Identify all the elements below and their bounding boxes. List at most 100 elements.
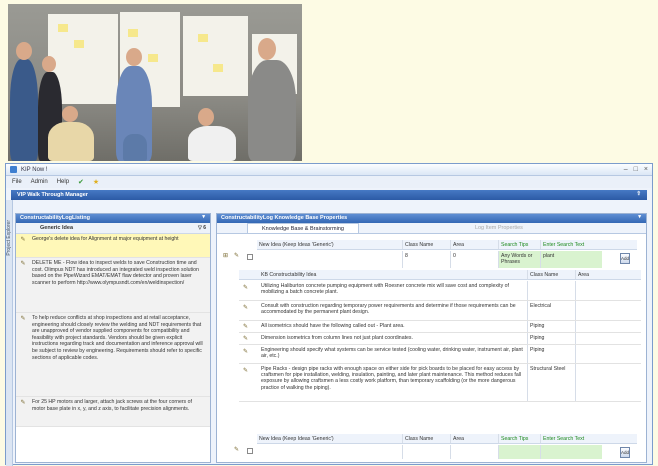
row-checkbox[interactable] <box>247 254 253 260</box>
column-header: Area <box>575 270 615 279</box>
panel-header: ConstructabilityLog Knowledge Base Prope… <box>217 214 646 223</box>
kb-class-cell: Piping <box>527 345 575 363</box>
menu-file[interactable]: File <box>12 179 22 185</box>
kb-area-cell <box>575 301 615 320</box>
filter-icon[interactable]: ▽ 6 <box>198 225 206 231</box>
star-icon[interactable]: ★ <box>93 178 99 186</box>
window-title: KIP Now ! <box>21 166 48 173</box>
person-head <box>126 48 142 66</box>
area-field[interactable] <box>450 445 498 459</box>
search-text-input[interactable] <box>540 445 602 459</box>
person-head <box>258 38 276 60</box>
table-row[interactable]: ✎ Utilizing Haliburton concrete pumping … <box>239 281 641 301</box>
grid-header: New Idea (Keep Ideas 'Generic') Class Na… <box>257 434 637 444</box>
pencil-icon[interactable]: ✎ <box>243 367 248 374</box>
nav-header: VIP Walk Through Manager ⇧ <box>11 190 647 200</box>
grid-header: KB Constructability Idea Class Name Area <box>239 270 641 280</box>
menu-admin[interactable]: Admin <box>31 179 48 185</box>
side-tab-label: Project Explorer <box>6 220 12 256</box>
bottom-new-idea-grid: New Idea (Keep Ideas 'Generic') Class Na… <box>217 434 648 462</box>
pencil-icon[interactable]: ✎ <box>243 348 248 355</box>
close-button[interactable]: × <box>644 166 648 173</box>
tab-knowledge-base[interactable]: Knowledge Base & Brainstorming <box>247 223 359 233</box>
new-idea-input[interactable] <box>257 251 402 268</box>
column-header: Area <box>450 434 498 443</box>
chevron-down-icon[interactable]: ▾ <box>638 214 641 220</box>
person <box>188 126 236 161</box>
idea-text: George's delete idea for Alignment at ma… <box>32 236 179 242</box>
pin-icon[interactable]: ⇧ <box>636 191 641 197</box>
kb-class-cell <box>527 281 575 300</box>
pencil-icon[interactable]: ✎ <box>16 397 30 426</box>
table-row[interactable]: ✎ Consult with construction regarding te… <box>239 301 641 321</box>
kb-idea-cell: All isometrics should have the following… <box>261 323 405 329</box>
side-tab[interactable]: Project Explorer <box>6 200 13 466</box>
list-item[interactable]: ✎ To help reduce conflicts at shop inspe… <box>16 313 210 397</box>
table-row[interactable]: ✎ Dimension isometrics from column lines… <box>239 333 641 345</box>
search-text-input[interactable]: plant <box>540 251 602 268</box>
table-row[interactable]: ✎ All isometrics should have the followi… <box>239 321 641 333</box>
kb-area-cell <box>575 321 615 332</box>
pencil-icon[interactable]: ✎ <box>16 234 30 257</box>
column-header: New Idea (Keep Ideas 'Generic') <box>259 436 334 442</box>
add-button[interactable]: Add <box>620 253 630 264</box>
app-window: KIP Now ! – □ × File Admin Help ✔ ★ VIP … <box>5 163 653 466</box>
column-header: Search Tips <box>498 434 540 443</box>
title-bar: KIP Now ! – □ × <box>6 164 652 176</box>
tab-log-item-properties[interactable]: Log Item Properties <box>461 223 537 233</box>
pencil-icon[interactable]: ✎ <box>16 313 30 396</box>
pencil-icon[interactable]: ✎ <box>243 284 248 291</box>
knowledge-base-panel: ConstructabilityLog Knowledge Base Prope… <box>216 213 647 463</box>
row-checkbox[interactable] <box>247 448 253 454</box>
pencil-icon[interactable]: ✎ <box>243 335 248 342</box>
person <box>48 122 94 161</box>
panel-title: ConstructabilityLogListing <box>20 215 90 221</box>
kb-idea-cell: Utilizing Haliburton concrete pumping eq… <box>261 283 509 296</box>
nav-title: VIP Walk Through Manager <box>17 192 88 198</box>
kb-class-cell: Piping <box>527 321 575 332</box>
person-head <box>16 42 32 60</box>
new-idea-input[interactable] <box>257 445 402 459</box>
class-name-field[interactable] <box>402 445 450 459</box>
sticky-note <box>198 34 208 42</box>
sticky-note <box>213 64 223 72</box>
pencil-icon[interactable]: ✎ <box>234 252 239 259</box>
list-item[interactable]: ✎ George's delete idea for Alignment at … <box>16 234 210 258</box>
class-name-field[interactable]: 8 <box>402 251 450 268</box>
search-tips-field[interactable]: Any Words or Phrases <box>498 251 540 268</box>
minimize-button[interactable]: – <box>624 166 628 173</box>
add-button[interactable]: Add <box>620 447 630 458</box>
area-field[interactable]: 0 <box>450 251 498 268</box>
kb-class-cell: Structural Steel <box>527 364 575 401</box>
column-header: Enter Search Text <box>540 434 602 443</box>
maximize-button[interactable]: □ <box>634 166 638 173</box>
column-header: Class Name <box>402 434 450 443</box>
panel-title: ConstructabilityLog Knowledge Base Prope… <box>221 215 348 221</box>
menu-bar: File Admin Help ✔ ★ <box>6 176 652 188</box>
pencil-icon[interactable]: ✎ <box>234 446 239 453</box>
menu-help[interactable]: Help <box>57 179 69 185</box>
kb-idea-cell: Consult with construction regarding temp… <box>261 303 516 316</box>
check-icon[interactable]: ✔ <box>78 178 84 186</box>
idea-text: To help reduce conflicts at shop inspect… <box>32 315 203 361</box>
column-header: Enter Search Text <box>540 240 602 249</box>
list-item[interactable]: ✎ DELETE ME - Flow idea to inspect welds… <box>16 258 210 313</box>
expand-icon[interactable]: ⊞ <box>223 252 228 259</box>
column-header[interactable]: Generic Idea ▽ 6 <box>16 223 210 234</box>
table-row[interactable]: ✎ Pipe Racks - design pipe racks with en… <box>239 364 641 402</box>
table-row[interactable]: ✎ Engineering should specify what system… <box>239 345 641 364</box>
list-item[interactable]: ✎ For 25 HP motors and larger, attach ja… <box>16 397 210 427</box>
column-header: Class Name <box>402 240 450 249</box>
pencil-icon[interactable]: ✎ <box>243 323 248 330</box>
chevron-down-icon[interactable]: ▾ <box>202 214 205 220</box>
idea-text: DELETE ME - Flow idea to inspect welds t… <box>32 260 199 286</box>
pencil-icon[interactable]: ✎ <box>16 258 30 312</box>
column-header: KB Constructability Idea <box>261 272 317 278</box>
pencil-icon[interactable]: ✎ <box>243 304 248 311</box>
person-head <box>42 56 56 72</box>
kb-area-cell <box>575 281 615 300</box>
sticky-note <box>148 54 158 62</box>
kb-area-cell <box>575 345 615 363</box>
search-tips-field[interactable] <box>498 445 540 459</box>
sticky-note <box>74 40 84 48</box>
